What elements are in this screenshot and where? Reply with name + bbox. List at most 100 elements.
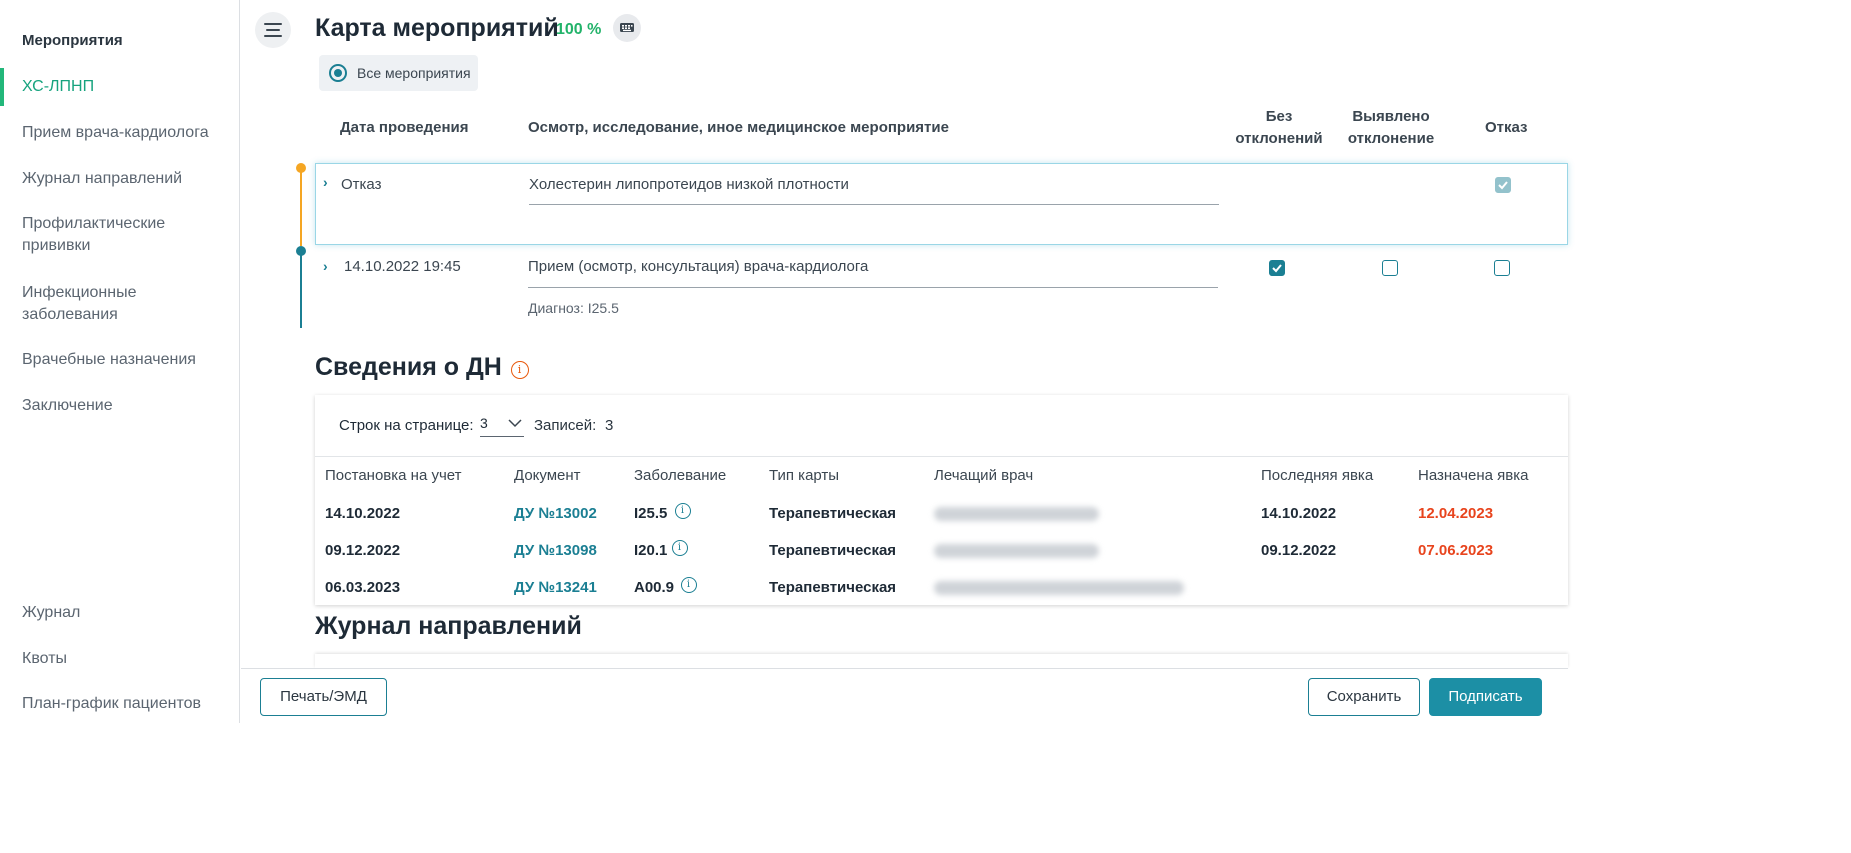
column-no-deviation-line2: отклонений bbox=[1235, 130, 1323, 147]
dn-row-next-visit: 12.04.2023 bbox=[1418, 505, 1494, 522]
sidebar-item-quotas[interactable]: Квоты bbox=[22, 648, 232, 670]
sidebar-title: Мероприятия bbox=[22, 32, 123, 49]
menu-icon bbox=[264, 23, 282, 25]
rows-per-page-label: Строк на странице: bbox=[339, 417, 474, 434]
filter-all-events-label: Все мероприятия bbox=[357, 65, 471, 81]
doctor-name-redacted bbox=[934, 581, 1184, 595]
radio-indicator bbox=[329, 64, 347, 82]
column-date: Дата проведения bbox=[340, 119, 469, 136]
dn-row-card-type: Терапевтическая bbox=[769, 579, 897, 596]
dn-row-registered: 09.12.2022 bbox=[325, 542, 401, 559]
completion-percent: 100 % bbox=[556, 21, 602, 38]
column-no-deviation: Без отклонений bbox=[1231, 106, 1327, 150]
disease-info-icon[interactable] bbox=[681, 577, 697, 593]
disease-info-icon[interactable] bbox=[675, 503, 691, 519]
event-row-selected[interactable]: › Отказ Холестерин липопротеидов низкой … bbox=[315, 163, 1568, 245]
print-emd-button[interactable]: Печать/ЭМД bbox=[260, 678, 387, 716]
check-icon bbox=[1272, 264, 1282, 273]
save-button[interactable]: Сохранить bbox=[1308, 678, 1420, 716]
event-exam: Холестерин липопротеидов низкой плотност… bbox=[529, 176, 849, 193]
column-deviation-line1: Выявлено bbox=[1352, 108, 1430, 125]
sidebar-active-indicator bbox=[0, 68, 4, 106]
dn-row-card-type: Терапевтическая bbox=[769, 542, 897, 559]
column-deviation: Выявлено отклонение bbox=[1341, 106, 1441, 150]
deviation-checkbox[interactable] bbox=[1382, 260, 1398, 276]
timeline-dot-done bbox=[296, 246, 306, 256]
dn-row-last-visit: 09.12.2022 bbox=[1261, 542, 1337, 559]
dn-col-document: Документ bbox=[514, 467, 581, 484]
dn-row-document-link[interactable]: ДУ №13002 bbox=[514, 505, 597, 522]
dn-row-disease: I20.1 bbox=[634, 542, 668, 559]
event-exam: Прием (осмотр, консультация) врача-карди… bbox=[528, 258, 869, 275]
sidebar-item-conclusion[interactable]: Заключение bbox=[22, 395, 232, 417]
sidebar-item-hs-lpnp[interactable]: ХС-ЛПНП bbox=[22, 76, 232, 98]
chevron-down-icon bbox=[508, 419, 522, 428]
dn-row-registered: 06.03.2023 bbox=[325, 579, 401, 596]
dn-table-card: Строк на странице: 3 Записей: 3 Постанов… bbox=[315, 395, 1568, 605]
column-no-deviation-line1: Без bbox=[1265, 108, 1293, 125]
timeline-segment-done bbox=[300, 252, 302, 328]
sidebar-item-patient-schedule[interactable]: План-график пациентов bbox=[22, 693, 232, 715]
radio-dot bbox=[334, 69, 342, 77]
divider bbox=[315, 456, 1568, 457]
info-icon[interactable] bbox=[511, 361, 529, 379]
event-date: 14.10.2022 19:45 bbox=[344, 258, 461, 275]
page-title: Карта мероприятий bbox=[315, 14, 559, 42]
sidebar-item-cardiologist[interactable]: Прием врача-кардиолога bbox=[22, 122, 232, 144]
dn-col-disease: Заболевание bbox=[634, 467, 727, 484]
no-deviation-checkbox[interactable] bbox=[1269, 260, 1285, 276]
dn-row-last-visit: 14.10.2022 bbox=[1261, 505, 1337, 522]
expand-chevron-icon[interactable]: › bbox=[323, 174, 328, 190]
doctor-name-redacted bbox=[934, 507, 1099, 521]
dn-row-disease: I25.5 bbox=[634, 505, 668, 522]
column-exam: Осмотр, исследование, иное медицинское м… bbox=[528, 119, 949, 136]
column-deviation-line2: отклонение bbox=[1347, 130, 1435, 147]
event-diagnosis: Диагноз: I25.5 bbox=[528, 300, 619, 316]
rows-per-page-value: 3 bbox=[480, 415, 488, 431]
refusal-checkbox[interactable] bbox=[1494, 260, 1510, 276]
dn-row-document-link[interactable]: ДУ №13098 bbox=[514, 542, 597, 559]
timeline-segment-refusal bbox=[300, 168, 302, 246]
dn-row-disease: A00.9 bbox=[634, 579, 675, 596]
menu-icon-line bbox=[264, 35, 282, 37]
dn-section-title: Сведения о ДН bbox=[315, 353, 502, 381]
dn-row-next-visit: 07.06.2023 bbox=[1418, 542, 1494, 559]
exam-underline bbox=[528, 287, 1218, 288]
dn-row-document-link[interactable]: ДУ №13241 bbox=[514, 579, 597, 596]
doctor-name-redacted bbox=[934, 544, 1099, 558]
refusal-checkbox[interactable] bbox=[1495, 177, 1511, 193]
dn-row-registered: 14.10.2022 bbox=[325, 505, 401, 522]
menu-icon-line bbox=[266, 29, 280, 31]
dn-col-next-visit: Назначена явка bbox=[1418, 467, 1529, 484]
sidebar-item-journal[interactable]: Журнал bbox=[22, 602, 232, 624]
sign-button[interactable]: Подписать bbox=[1429, 678, 1542, 716]
menu-toggle-button[interactable] bbox=[255, 12, 291, 48]
dn-row-card-type: Терапевтическая bbox=[769, 505, 897, 522]
keyboard-icon bbox=[620, 23, 634, 32]
column-refusal: Отказ bbox=[1485, 119, 1528, 136]
sidebar-item-vaccinations[interactable]: Профилактические прививки bbox=[22, 213, 192, 257]
rows-per-page-select[interactable]: 3 bbox=[480, 413, 524, 437]
disease-info-icon[interactable] bbox=[672, 540, 688, 556]
dn-col-last-visit: Последняя явка bbox=[1261, 467, 1374, 484]
records-count: 3 bbox=[605, 417, 614, 434]
check-icon bbox=[1498, 181, 1508, 190]
filter-all-events-radio[interactable]: Все мероприятия bbox=[319, 55, 478, 91]
exam-underline bbox=[529, 204, 1219, 205]
referrals-card bbox=[315, 654, 1568, 668]
main-content: Карта мероприятий 100 % Все мероприятия … bbox=[241, 0, 1568, 668]
keyboard-shortcuts-button[interactable] bbox=[613, 14, 641, 42]
action-footer: Печать/ЭМД Сохранить Подписать bbox=[241, 668, 1568, 723]
referrals-section-title: Журнал направлений bbox=[315, 612, 582, 640]
records-label: Записей: bbox=[534, 417, 597, 434]
dn-col-card-type: Тип карты bbox=[769, 467, 840, 484]
sidebar-item-prescriptions[interactable]: Врачебные назначения bbox=[22, 349, 232, 371]
expand-chevron-icon[interactable]: › bbox=[323, 258, 328, 274]
event-date: Отказ bbox=[341, 176, 382, 193]
sidebar-item-referrals[interactable]: Журнал направлений bbox=[22, 168, 232, 190]
dn-col-doctor: Лечащий врач bbox=[934, 467, 1034, 484]
dn-col-registered: Постановка на учет bbox=[325, 467, 462, 484]
sidebar: Мероприятия ХС-ЛПНП Прием врача-кардиоло… bbox=[0, 0, 240, 723]
timeline-dot-refusal bbox=[296, 163, 306, 173]
sidebar-item-infections[interactable]: Инфекционные заболевания bbox=[22, 282, 172, 326]
